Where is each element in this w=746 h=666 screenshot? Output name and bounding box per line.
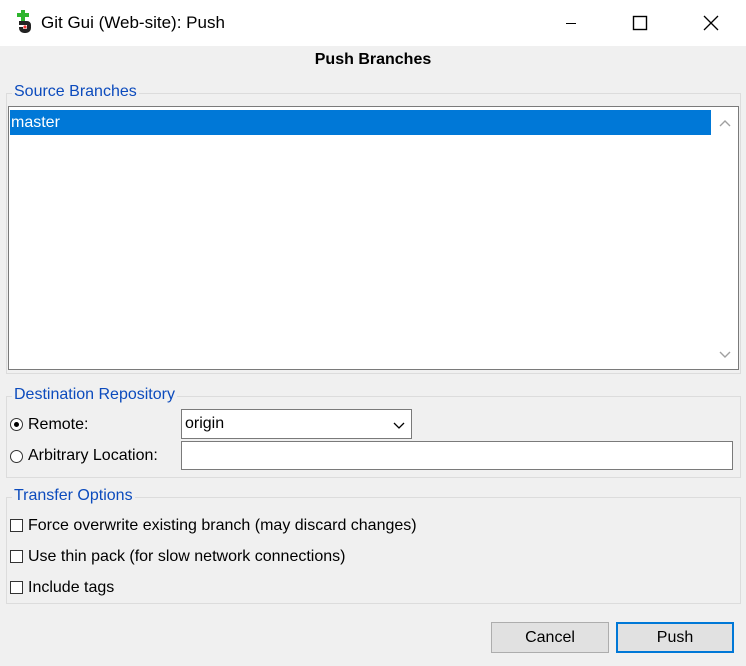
maximize-button[interactable] bbox=[617, 0, 663, 46]
include-tags-checkbox[interactable] bbox=[10, 581, 23, 594]
arbitrary-location-input[interactable] bbox=[181, 441, 733, 470]
arbitrary-location-radio[interactable] bbox=[10, 450, 23, 463]
source-branches-legend: Source Branches bbox=[12, 83, 139, 101]
dialog-heading: Push Branches bbox=[314, 51, 432, 68]
remote-radio[interactable] bbox=[10, 418, 23, 431]
title-bar: Git Gui (Web-site): Push bbox=[0, 0, 746, 46]
scroll-down-icon[interactable] bbox=[712, 343, 737, 367]
close-button[interactable] bbox=[688, 0, 734, 46]
force-overwrite-checkbox[interactable] bbox=[10, 519, 23, 532]
scroll-up-icon[interactable] bbox=[712, 111, 737, 135]
source-branches-list[interactable]: master bbox=[8, 106, 739, 370]
window-title: Git Gui (Web-site): Push bbox=[41, 13, 225, 32]
destination-repository-legend: Destination Repository bbox=[12, 386, 177, 404]
git-gui-icon bbox=[14, 10, 34, 34]
remote-select[interactable]: origin bbox=[181, 409, 412, 439]
chevron-down-icon bbox=[393, 418, 405, 436]
vertical-scrollbar[interactable] bbox=[712, 108, 737, 368]
push-button[interactable]: Push bbox=[616, 622, 734, 653]
remote-select-value: origin bbox=[185, 415, 225, 432]
arbitrary-location-label: Arbitrary Location: bbox=[28, 447, 158, 464]
cancel-button[interactable]: Cancel bbox=[491, 622, 609, 653]
thin-pack-label: Use thin pack (for slow network connecti… bbox=[28, 548, 346, 565]
remote-label: Remote: bbox=[28, 416, 89, 433]
minimize-button[interactable] bbox=[548, 0, 594, 46]
force-overwrite-label: Force overwrite existing branch (may dis… bbox=[28, 517, 417, 534]
list-item-master[interactable]: master bbox=[10, 110, 711, 135]
thin-pack-checkbox[interactable] bbox=[10, 550, 23, 563]
transfer-options-legend: Transfer Options bbox=[12, 487, 135, 505]
include-tags-label: Include tags bbox=[28, 579, 115, 596]
